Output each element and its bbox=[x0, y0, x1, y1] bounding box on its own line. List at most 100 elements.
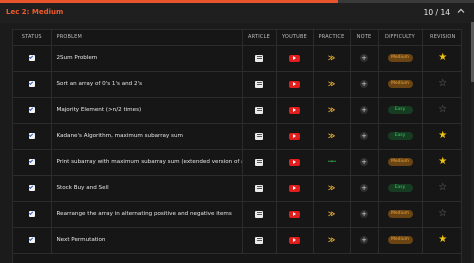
difficulty-badge: Medium bbox=[387, 54, 413, 62]
table-row: 2Sum Problem ≫ + Medium ★ bbox=[13, 45, 461, 72]
status-cell bbox=[13, 227, 52, 254]
plus-icon[interactable]: + bbox=[360, 236, 368, 244]
practice-cell: ≫ bbox=[313, 71, 351, 98]
status-cell bbox=[13, 71, 52, 98]
article-icon[interactable] bbox=[255, 54, 263, 62]
status-checkbox[interactable] bbox=[28, 210, 35, 217]
code-icon[interactable]: ≫ bbox=[328, 236, 335, 244]
youtube-icon[interactable] bbox=[289, 210, 300, 218]
code-icon[interactable]: ≫ bbox=[328, 210, 335, 218]
article-icon[interactable] bbox=[255, 236, 263, 244]
status-cell bbox=[13, 175, 52, 202]
article-cell bbox=[242, 175, 277, 202]
plus-icon[interactable]: + bbox=[360, 184, 368, 192]
problem-name[interactable]: Sort an array of 0's 1's and 2's bbox=[51, 71, 243, 98]
problem-name[interactable]: Rearrange the array in alternating posit… bbox=[51, 201, 243, 228]
practice-cell: ≫ bbox=[313, 201, 351, 228]
column-header-revision: REVISION bbox=[422, 30, 461, 46]
code-icon[interactable]: ≫ bbox=[328, 106, 335, 114]
youtube-cell bbox=[276, 175, 314, 202]
article-icon[interactable] bbox=[255, 80, 263, 88]
youtube-icon[interactable] bbox=[289, 132, 300, 140]
table-row: Rearrange the array in alternating posit… bbox=[13, 201, 461, 228]
star-outline-icon[interactable]: ☆ bbox=[438, 182, 447, 193]
table-row: Kadane's Algorithm, maximum subarray sum… bbox=[13, 123, 461, 150]
difficulty-cell: Easy bbox=[378, 175, 423, 202]
status-cell bbox=[13, 201, 52, 228]
youtube-icon[interactable] bbox=[289, 158, 300, 166]
article-icon[interactable] bbox=[255, 132, 263, 140]
table-row: Print subarray with maximum subarray sum… bbox=[13, 149, 461, 176]
difficulty-badge: Easy bbox=[387, 132, 413, 140]
star-filled-icon[interactable]: ★ bbox=[438, 52, 447, 63]
column-header-note: NOTE bbox=[350, 30, 379, 46]
revision-cell: ★ bbox=[422, 123, 461, 150]
status-checkbox[interactable] bbox=[28, 106, 35, 113]
column-header-difficulty: DIFFICULTY bbox=[378, 30, 423, 46]
youtube-cell bbox=[276, 97, 314, 124]
practice-cell: ≫ bbox=[313, 97, 351, 124]
plus-icon[interactable]: + bbox=[360, 158, 368, 166]
star-filled-icon[interactable]: ★ bbox=[438, 156, 447, 167]
code-icon[interactable]: ≫ bbox=[328, 132, 335, 140]
youtube-icon[interactable] bbox=[289, 54, 300, 62]
youtube-icon[interactable] bbox=[289, 106, 300, 114]
status-checkbox[interactable] bbox=[28, 158, 35, 165]
youtube-icon[interactable] bbox=[289, 236, 300, 244]
status-checkbox[interactable] bbox=[28, 132, 35, 139]
problem-name[interactable]: Print subarray with maximum subarray sum… bbox=[51, 149, 243, 176]
youtube-icon[interactable] bbox=[289, 184, 300, 192]
plus-icon[interactable]: + bbox=[360, 106, 368, 114]
problem-name[interactable]: 2Sum Problem bbox=[51, 45, 243, 72]
gfg-icon[interactable]: ⵈⵈ bbox=[328, 158, 336, 166]
note-cell: + bbox=[350, 175, 379, 202]
chevron-up-icon[interactable] bbox=[456, 6, 466, 16]
star-filled-icon[interactable]: ★ bbox=[438, 130, 447, 141]
revision-cell: ★ bbox=[422, 227, 461, 254]
problem-name[interactable]: Stock Buy and Sell bbox=[51, 175, 243, 202]
plus-icon[interactable]: + bbox=[360, 54, 368, 62]
status-checkbox[interactable] bbox=[28, 54, 35, 61]
plus-icon[interactable]: + bbox=[360, 132, 368, 140]
article-icon[interactable] bbox=[255, 106, 263, 114]
problem-name[interactable]: Next Permutation bbox=[51, 227, 243, 254]
article-icon[interactable] bbox=[255, 210, 263, 218]
article-icon[interactable] bbox=[255, 158, 263, 166]
lecture-header[interactable]: Lec 2: Medium 10 / 14 bbox=[0, 3, 474, 23]
table-row: Majority Element (>n/2 times) ≫ + Easy ☆ bbox=[13, 97, 461, 124]
practice-cell: ⵈⵈ bbox=[313, 149, 351, 176]
youtube-cell bbox=[276, 201, 314, 228]
problem-name[interactable]: Majority Element (>n/2 times) bbox=[51, 97, 243, 124]
revision-cell: ★ bbox=[422, 45, 461, 72]
plus-icon[interactable]: + bbox=[360, 210, 368, 218]
status-cell bbox=[13, 97, 52, 124]
star-outline-icon[interactable]: ☆ bbox=[438, 208, 447, 219]
article-icon[interactable] bbox=[255, 184, 263, 192]
problem-name[interactable]: Kadane's Algorithm, maximum subarray sum bbox=[51, 123, 243, 150]
star-filled-icon[interactable]: ★ bbox=[438, 234, 447, 245]
difficulty-cell: Medium bbox=[378, 201, 423, 228]
plus-icon[interactable]: + bbox=[360, 80, 368, 88]
column-header-article: ARTICLE bbox=[242, 30, 277, 46]
difficulty-cell: Easy bbox=[378, 123, 423, 150]
note-cell: + bbox=[350, 227, 379, 254]
star-outline-icon[interactable]: ☆ bbox=[438, 78, 447, 89]
status-checkbox[interactable] bbox=[28, 80, 35, 87]
status-checkbox[interactable] bbox=[28, 184, 35, 191]
practice-cell: ≫ bbox=[313, 175, 351, 202]
article-cell bbox=[242, 149, 277, 176]
status-checkbox[interactable] bbox=[28, 236, 35, 243]
youtube-icon[interactable] bbox=[289, 80, 300, 88]
code-icon[interactable]: ≫ bbox=[328, 54, 335, 62]
star-outline-icon[interactable]: ☆ bbox=[438, 104, 447, 115]
revision-cell: ☆ bbox=[422, 201, 461, 228]
youtube-cell bbox=[276, 71, 314, 98]
difficulty-cell: Medium bbox=[378, 45, 423, 72]
code-icon[interactable]: ≫ bbox=[328, 184, 335, 192]
status-cell bbox=[13, 123, 52, 150]
difficulty-cell: Medium bbox=[378, 71, 423, 98]
article-cell bbox=[242, 45, 277, 72]
status-cell bbox=[13, 45, 52, 72]
difficulty-badge: Medium bbox=[387, 80, 413, 88]
code-icon[interactable]: ≫ bbox=[328, 80, 335, 88]
